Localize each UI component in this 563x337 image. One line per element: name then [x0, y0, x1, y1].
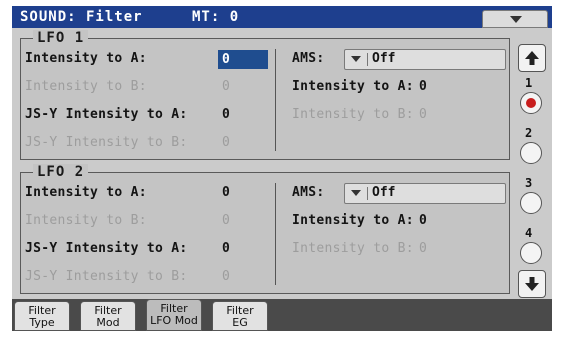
dropdown-arrow-icon: [351, 190, 361, 196]
tab-label-line2: Type: [29, 316, 55, 329]
scroll-down-button[interactable]: [518, 270, 546, 298]
dropdown-separator: [367, 53, 368, 66]
scroll-up-button[interactable]: [518, 44, 546, 72]
channel-number-2: 2: [525, 126, 533, 140]
channel-number-4: 4: [525, 226, 533, 240]
lfo1-jsy-a-field[interactable]: 0: [222, 107, 230, 122]
lfo2-ams-intensity-b-field: 0: [419, 241, 427, 256]
lfo2-ams-intensity-a-field[interactable]: 0: [419, 213, 427, 228]
channel-radio-3[interactable]: [520, 192, 542, 214]
lfo2-intensity-a-field[interactable]: 0: [222, 185, 230, 200]
channel-radio-1[interactable]: [520, 92, 542, 114]
lfo1-intensity-b-field: 0: [222, 79, 230, 94]
channel-sidebar: 1 2 3 4: [515, 30, 548, 298]
tab-label-line2: Mod: [96, 316, 120, 329]
lfo2-jsy-b-label: JS-Y Intensity to B:: [25, 269, 188, 284]
lfo2-ams-dropdown[interactable]: Off: [344, 183, 506, 204]
display-screen: SOUND: Filter MT: 0 LFO 1 Intensity to A…: [12, 6, 552, 331]
lfo2-intensity-b-field: 0: [222, 213, 230, 228]
lfo2-ams-intensity-b-label: Intensity to B:: [292, 241, 414, 256]
lfo2-jsy-b-field: 0: [222, 269, 230, 284]
page-menu-button[interactable]: [482, 10, 548, 28]
lfo1-panel: LFO 1 Intensity to A: 0 Intensity to B: …: [20, 30, 510, 160]
tab-label-line2: EG: [232, 316, 248, 329]
lfo1-legend: LFO 1: [33, 30, 89, 46]
dropdown-arrow-icon: [351, 56, 361, 62]
lfo1-jsy-b-label: JS-Y Intensity to B:: [25, 135, 188, 150]
channel-radio-2[interactable]: [520, 142, 542, 164]
arrow-down-icon: [525, 277, 539, 291]
arrow-up-icon: [525, 51, 539, 65]
column-divider: [275, 49, 276, 151]
channel-number-1: 1: [525, 76, 533, 90]
lfo2-ams-value: Off: [372, 185, 396, 200]
title-bar: SOUND: Filter MT: 0: [12, 6, 552, 28]
lfo2-intensity-a-label: Intensity to A:: [25, 185, 147, 200]
channel-radio-4[interactable]: [520, 242, 542, 264]
lfo1-ams-value: Off: [372, 51, 396, 66]
lfo1-intensity-a-field[interactable]: 0: [218, 50, 268, 69]
tab-filter-type[interactable]: Filter Type: [14, 301, 70, 331]
lfo1-ams-dropdown[interactable]: Off: [344, 49, 506, 70]
lfo1-ams-intensity-a-field[interactable]: 0: [419, 79, 427, 94]
lfo1-intensity-b-label: Intensity to B:: [25, 79, 147, 94]
lfo1-ams-intensity-b-field: 0: [419, 107, 427, 122]
triangle-down-icon: [510, 16, 522, 23]
tab-filter-eg[interactable]: Filter EG: [212, 301, 268, 331]
lfo2-jsy-a-field[interactable]: 0: [222, 241, 230, 256]
lfo2-ams-label: AMS:: [292, 185, 325, 200]
lfo2-legend: LFO 2: [33, 164, 89, 180]
lfo1-intensity-a-label: Intensity to A:: [25, 51, 147, 66]
tab-strip: Filter Type Filter Mod Filter LFO Mod Fi…: [12, 299, 552, 331]
lfo2-ams-intensity-a-label: Intensity to A:: [292, 213, 414, 228]
lfo1-jsy-b-field: 0: [222, 135, 230, 150]
lfo2-intensity-b-label: Intensity to B:: [25, 213, 147, 228]
tab-filter-mod[interactable]: Filter Mod: [80, 301, 136, 331]
column-divider: [275, 183, 276, 285]
page-title: SOUND: Filter: [20, 9, 143, 25]
tab-label-line2: LFO Mod: [150, 314, 198, 327]
selected-dot-icon: [526, 98, 536, 108]
lfo1-ams-intensity-a-label: Intensity to A:: [292, 79, 414, 94]
lfo1-jsy-a-label: JS-Y Intensity to A:: [25, 107, 188, 122]
lfo1-ams-label: AMS:: [292, 51, 325, 66]
lfo2-panel: LFO 2 Intensity to A: 0 Intensity to B: …: [20, 164, 510, 294]
mt-indicator: MT: 0: [192, 9, 240, 25]
lfo2-jsy-a-label: JS-Y Intensity to A:: [25, 241, 188, 256]
main-area: LFO 1 Intensity to A: 0 Intensity to B: …: [12, 28, 552, 299]
channel-number-3: 3: [525, 176, 533, 190]
tab-filter-lfo-mod[interactable]: Filter LFO Mod: [146, 299, 202, 331]
lfo1-ams-intensity-b-label: Intensity to B:: [292, 107, 414, 122]
dropdown-separator: [367, 187, 368, 200]
